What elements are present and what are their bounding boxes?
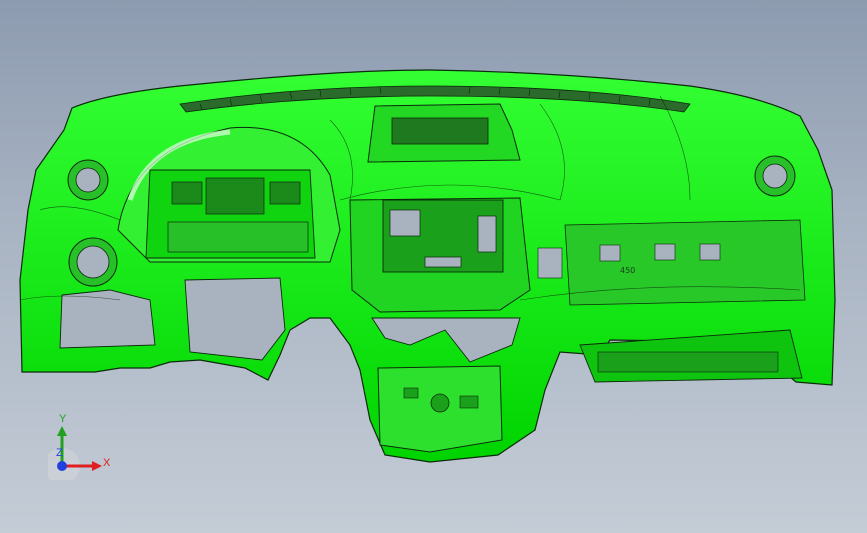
center-top-slot — [391, 117, 489, 145]
passenger-window-1 — [537, 247, 563, 279]
console-knob — [430, 393, 450, 413]
cad-viewport[interactable]: 450 Y Z X — [0, 0, 867, 533]
cluster-window-left — [171, 181, 203, 205]
passenger-window-4 — [699, 243, 721, 261]
glovebox-inner — [597, 351, 779, 373]
passenger-window-2 — [599, 244, 621, 262]
z-axis-label: Z — [56, 447, 63, 459]
emboss-text: 450 — [620, 266, 636, 275]
left-outer-vent-hole — [75, 167, 101, 193]
z-axis-dot — [57, 461, 67, 471]
center-stack-window-a — [389, 209, 421, 237]
console-slot-right — [459, 395, 479, 409]
dashboard-model[interactable] — [0, 0, 867, 533]
cluster-lower-panel — [167, 221, 309, 253]
right-outer-vent-hole — [762, 163, 788, 189]
cluster-window-right — [269, 181, 301, 205]
steering-column-opening — [184, 277, 286, 361]
left-lower-vent-hole — [76, 245, 110, 279]
console-slot-left — [403, 387, 419, 399]
passenger-window-3 — [654, 243, 676, 261]
passenger-panel-lower — [564, 219, 806, 306]
center-stack-window-c — [424, 256, 462, 268]
y-axis-label: Y — [59, 413, 67, 425]
y-axis-arrow — [57, 426, 67, 436]
cluster-window-mid — [205, 177, 265, 215]
center-stack-window-b — [477, 215, 497, 253]
x-axis-label: X — [103, 457, 111, 469]
x-axis-arrow — [92, 461, 102, 471]
